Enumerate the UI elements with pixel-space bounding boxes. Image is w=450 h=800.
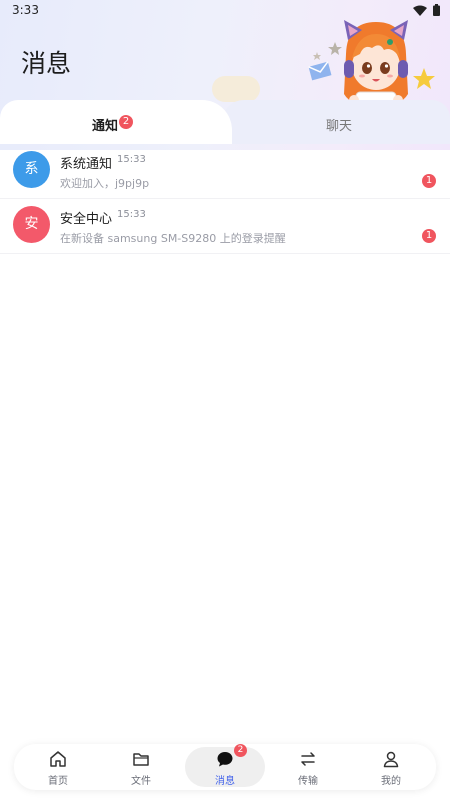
status-time: 3:33 xyxy=(12,3,39,17)
page-title: 消息 xyxy=(21,49,72,78)
mascot-illustration xyxy=(308,20,435,105)
status-icons xyxy=(413,4,440,16)
tab-notifications-badge: 2 xyxy=(119,115,133,129)
nav-messages[interactable]: 2 消息 xyxy=(190,744,260,790)
nav-profile[interactable]: 我的 xyxy=(356,744,426,790)
nav-home[interactable]: 首页 xyxy=(23,744,93,790)
item-time: 15:33 xyxy=(117,209,146,220)
nav-files[interactable]: 文件 xyxy=(106,744,176,790)
decorative-cloud xyxy=(212,76,260,102)
transfer-icon xyxy=(301,752,315,766)
battery-icon xyxy=(433,4,440,16)
unread-badge: 1 xyxy=(422,229,436,243)
item-title: 系统通知 xyxy=(60,157,113,172)
nav-profile-label: 我的 xyxy=(381,776,401,787)
list-item[interactable]: 安 安全中心 15:33 在新设备 samsung SM-S9280 上的登录提… xyxy=(0,199,450,254)
tab-chat-label: 聊天 xyxy=(326,119,353,134)
item-preview: 在新设备 samsung SM-S9280 上的登录提醒 xyxy=(60,232,286,245)
bottom-navigation: 首页 文件 2 消息 传输 我的 xyxy=(14,744,436,790)
nav-transfer[interactable]: 传输 xyxy=(273,744,343,790)
chat-bubble-icon xyxy=(217,752,233,767)
avatar: 系 xyxy=(13,151,50,188)
unread-badge: 1 xyxy=(422,174,436,188)
tab-notifications[interactable]: 通知 2 xyxy=(0,100,232,144)
item-time: 15:33 xyxy=(117,154,146,165)
list-item[interactable]: 系 系统通知 15:33 欢迎加入，j9pj9p 1 xyxy=(0,144,450,199)
home-icon xyxy=(50,751,66,767)
tab-notifications-label: 通知 xyxy=(92,119,119,134)
message-tabs: 聊天 通知 2 xyxy=(0,100,450,144)
nav-messages-label: 消息 xyxy=(215,776,235,787)
folder-icon xyxy=(133,753,149,766)
nav-messages-badge: 2 xyxy=(234,744,247,757)
nav-transfer-label: 传输 xyxy=(298,776,318,787)
nav-files-label: 文件 xyxy=(131,776,151,787)
avatar: 安 xyxy=(13,206,50,243)
nav-home-label: 首页 xyxy=(48,776,68,787)
item-title: 安全中心 xyxy=(60,212,113,227)
wifi-icon xyxy=(413,5,427,16)
notification-list: 系 系统通知 15:33 欢迎加入，j9pj9p 1 安 安全中心 15:33 … xyxy=(0,144,450,254)
tab-chat[interactable]: 聊天 xyxy=(222,100,450,144)
user-icon xyxy=(383,751,399,768)
item-preview: 欢迎加入，j9pj9p xyxy=(60,177,150,190)
